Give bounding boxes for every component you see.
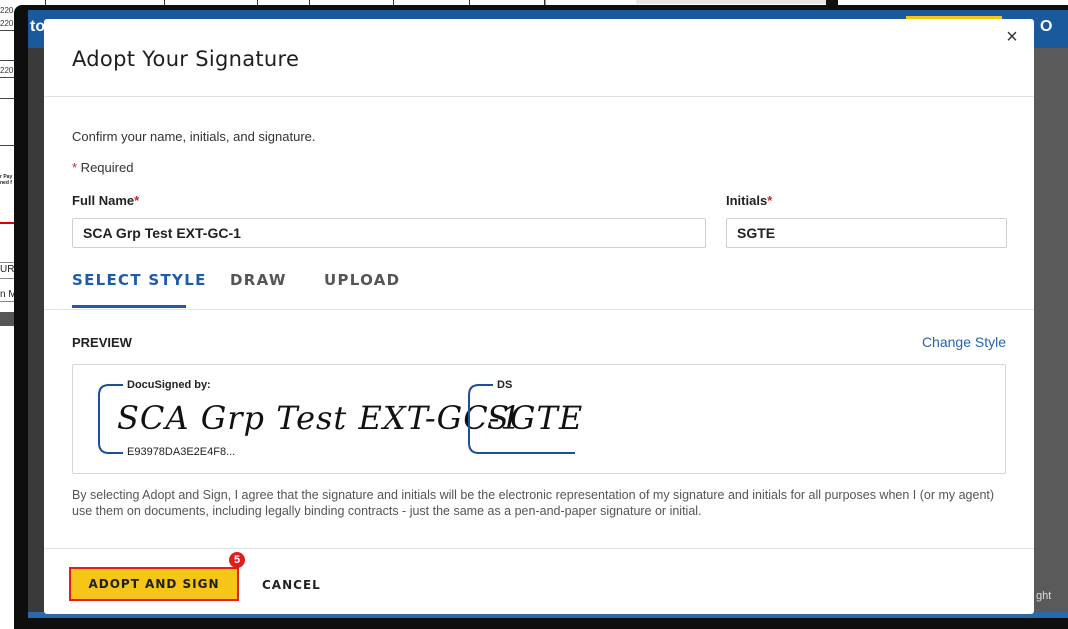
- cancel-button[interactable]: CANCEL: [256, 573, 327, 597]
- required-note: * Required: [72, 160, 133, 175]
- bg-fine-print: ned f: [0, 180, 12, 186]
- adopt-and-sign-button[interactable]: ADOPT AND SIGN: [69, 567, 239, 601]
- initials-input[interactable]: [726, 218, 1007, 248]
- step-number-badge: 5: [229, 552, 245, 568]
- tabs-divider: [44, 309, 1034, 310]
- signature-script: SCA Grp Test EXT-GC-1: [117, 399, 522, 437]
- change-style-link[interactable]: Change Style: [922, 334, 1006, 350]
- footer-text-fragment: ght: [1036, 590, 1052, 602]
- adopt-signature-dialog: Adopt Your Signature × Confirm your name…: [44, 19, 1034, 614]
- full-name-input[interactable]: [72, 218, 706, 248]
- app-header-text-fragment: O: [1040, 18, 1053, 35]
- legal-disclaimer: By selecting Adopt and Sign, I agree tha…: [72, 488, 995, 518]
- preview-label: PREVIEW: [72, 335, 132, 350]
- tab-draw[interactable]: DRAW: [230, 271, 287, 289]
- footer-divider: [44, 548, 1034, 549]
- full-name-label-text: Full Name: [72, 193, 135, 208]
- initials-preview: DS SGTE: [463, 379, 583, 459]
- tab-select-style[interactable]: SELECT STYLE: [72, 271, 207, 289]
- required-label: Required: [77, 160, 134, 175]
- initials-script: SGTE: [487, 399, 584, 437]
- header-divider: [44, 96, 1034, 97]
- ds-label: DS: [497, 379, 513, 391]
- dialog-title: Adopt Your Signature: [72, 47, 300, 71]
- close-icon: ×: [1006, 26, 1018, 48]
- close-button[interactable]: ×: [1000, 25, 1024, 49]
- initials-label: Initials*: [726, 193, 772, 208]
- required-asterisk: *: [134, 193, 140, 208]
- signature-preview-box: DocuSigned by: SCA Grp Test EXT-GC-1 E93…: [72, 364, 1006, 474]
- backdrop-side-panel: [1034, 48, 1068, 612]
- bg-row-label: 220: [0, 66, 14, 75]
- app-header-text-fragment: to: [30, 18, 46, 35]
- signature-preview: DocuSigned by: SCA Grp Test EXT-GC-1 E93…: [93, 379, 521, 459]
- required-asterisk: *: [767, 193, 773, 208]
- full-name-label: Full Name*: [72, 193, 139, 208]
- bg-row-label: 220: [0, 6, 14, 15]
- bg-row-label: 220: [0, 19, 14, 28]
- initials-label-text: Initials: [726, 193, 768, 208]
- tab-upload[interactable]: UPLOAD: [324, 271, 400, 289]
- docusigned-by-label: DocuSigned by:: [127, 379, 211, 391]
- envelope-id: E93978DA3E2E4F8...: [127, 446, 236, 458]
- active-tab-indicator: [72, 305, 186, 308]
- instruction-text: Confirm your name, initials, and signatu…: [72, 129, 316, 144]
- bg-gray-strip: [636, 0, 826, 4]
